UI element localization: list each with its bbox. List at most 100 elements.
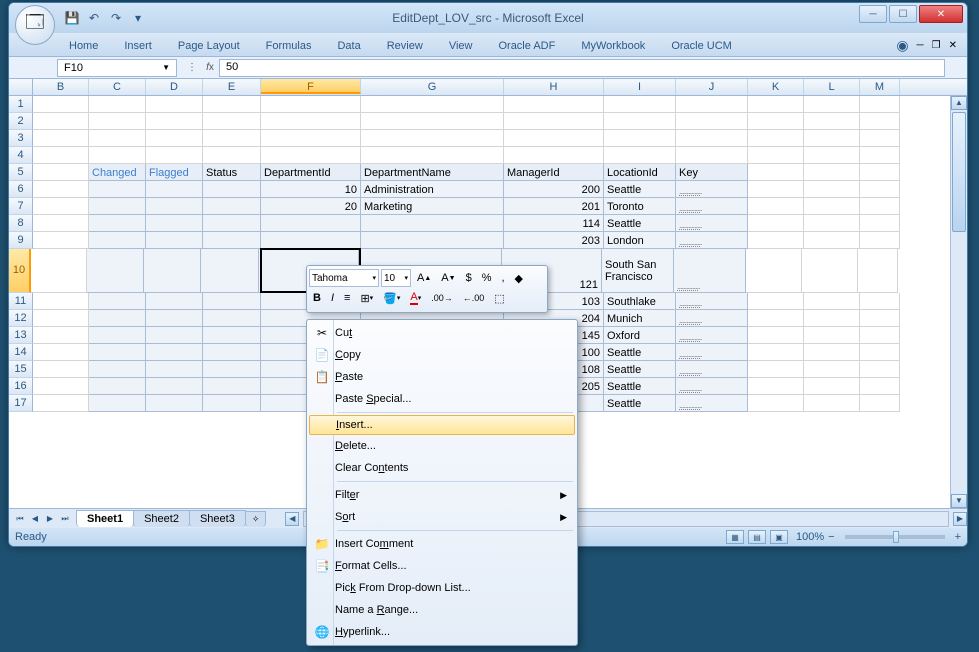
cell-E16[interactable]	[203, 378, 261, 395]
vscroll-thumb[interactable]	[952, 112, 966, 232]
row-header-5[interactable]: 5	[9, 164, 33, 181]
row-header-9[interactable]: 9	[9, 232, 33, 249]
cell-B15[interactable]	[33, 361, 89, 378]
cell-B9[interactable]	[33, 232, 89, 249]
cell-K13[interactable]	[748, 327, 804, 344]
maximize-button[interactable]: ☐	[889, 5, 917, 23]
row-header-12[interactable]: 12	[9, 310, 33, 327]
cell-D11[interactable]	[146, 293, 203, 310]
ctx-item-0[interactable]: ✂Cut	[309, 322, 575, 344]
cell-C7[interactable]	[89, 198, 146, 215]
cell-G4[interactable]	[361, 147, 504, 164]
cell-G8[interactable]	[361, 215, 504, 232]
ctx-item-9[interactable]: Filter▶	[309, 484, 575, 506]
zoom-slider[interactable]	[845, 535, 945, 539]
cell-D4[interactable]	[146, 147, 203, 164]
ctx-item-16[interactable]: 🌐Hyperlink...	[309, 621, 575, 643]
ctx-item-3[interactable]: Paste Special...	[309, 388, 575, 410]
cell-B17[interactable]	[33, 395, 89, 412]
cell-K4[interactable]	[748, 147, 804, 164]
col-header-H[interactable]: H	[504, 79, 604, 95]
cell-M3[interactable]	[860, 130, 900, 147]
col-header-C[interactable]: C	[89, 79, 146, 95]
cell-C12[interactable]	[89, 310, 146, 327]
cell-H4[interactable]	[504, 147, 604, 164]
cell-H5[interactable]: ManagerId	[504, 164, 604, 181]
cell-E6[interactable]	[203, 181, 261, 198]
cell-C1[interactable]	[89, 96, 146, 113]
cell-F3[interactable]	[261, 130, 361, 147]
cell-J9[interactable]: ...............	[676, 232, 748, 249]
cell-J1[interactable]	[676, 96, 748, 113]
cell-I17[interactable]: Seattle	[604, 395, 676, 412]
zoom-out-icon[interactable]: −	[828, 531, 834, 543]
cell-L17[interactable]	[804, 395, 860, 412]
zoom-value[interactable]: 100%	[796, 531, 824, 543]
cell-L10[interactable]	[802, 249, 858, 293]
cell-L5[interactable]	[804, 164, 860, 181]
merge-center-icon[interactable]: ⬚	[490, 288, 508, 308]
cell-L14[interactable]	[804, 344, 860, 361]
cell-J5[interactable]: Key	[676, 164, 748, 181]
cell-C9[interactable]	[89, 232, 146, 249]
cell-G7[interactable]: Marketing	[361, 198, 504, 215]
col-header-L[interactable]: L	[804, 79, 860, 95]
accounting-format-icon[interactable]: $	[462, 268, 476, 288]
cell-M12[interactable]	[860, 310, 900, 327]
cell-J11[interactable]: ...............	[676, 293, 748, 310]
cell-F7[interactable]: 20	[261, 198, 361, 215]
col-header-B[interactable]: B	[33, 79, 89, 95]
cell-J13[interactable]: ...............	[676, 327, 748, 344]
scroll-left-icon[interactable]: ◀	[285, 512, 299, 526]
cell-E15[interactable]	[203, 361, 261, 378]
cell-I2[interactable]	[604, 113, 676, 130]
cell-E10[interactable]	[201, 249, 259, 293]
ctx-item-1[interactable]: 📄Copy	[309, 344, 575, 366]
cell-H1[interactable]	[504, 96, 604, 113]
cell-M11[interactable]	[860, 293, 900, 310]
cell-H8[interactable]: 114	[504, 215, 604, 232]
row-header-15[interactable]: 15	[9, 361, 33, 378]
sheet-tab-3[interactable]: Sheet3	[189, 510, 246, 527]
cell-G2[interactable]	[361, 113, 504, 130]
col-header-I[interactable]: I	[604, 79, 676, 95]
row-header-8[interactable]: 8	[9, 215, 33, 232]
percent-format-icon[interactable]: %	[478, 268, 496, 288]
row-header-7[interactable]: 7	[9, 198, 33, 215]
cell-J6[interactable]: ...............	[676, 181, 748, 198]
cell-I14[interactable]: Seattle	[604, 344, 676, 361]
normal-view-icon[interactable]: ▦	[726, 530, 744, 544]
cell-B3[interactable]	[33, 130, 89, 147]
cell-M8[interactable]	[860, 215, 900, 232]
row-header-2[interactable]: 2	[9, 113, 33, 130]
cell-E13[interactable]	[203, 327, 261, 344]
ribbon-tab-data[interactable]: Data	[333, 36, 364, 56]
cell-B16[interactable]	[33, 378, 89, 395]
cell-I9[interactable]: London	[604, 232, 676, 249]
inner-minimize-icon[interactable]: ─	[917, 40, 924, 51]
ctx-item-15[interactable]: Name a Range...	[309, 599, 575, 621]
cell-K10[interactable]	[746, 249, 802, 293]
scroll-right-icon[interactable]: ▶	[953, 512, 967, 526]
cell-M1[interactable]	[860, 96, 900, 113]
cell-L15[interactable]	[804, 361, 860, 378]
page-layout-view-icon[interactable]: ▤	[748, 530, 766, 544]
close-button[interactable]: ✕	[919, 5, 963, 23]
cell-K6[interactable]	[748, 181, 804, 198]
ctx-item-2[interactable]: 📋Paste	[309, 366, 575, 388]
cell-E8[interactable]	[203, 215, 261, 232]
cell-E4[interactable]	[203, 147, 261, 164]
cell-C8[interactable]	[89, 215, 146, 232]
cell-H7[interactable]: 201	[504, 198, 604, 215]
cell-D17[interactable]	[146, 395, 203, 412]
cell-I15[interactable]: Seattle	[604, 361, 676, 378]
cell-B1[interactable]	[33, 96, 89, 113]
cell-M5[interactable]	[860, 164, 900, 181]
cell-M14[interactable]	[860, 344, 900, 361]
cell-K7[interactable]	[748, 198, 804, 215]
cell-F2[interactable]	[261, 113, 361, 130]
cell-C11[interactable]	[89, 293, 146, 310]
ribbon-tab-view[interactable]: View	[445, 36, 477, 56]
first-sheet-icon[interactable]: ⏮	[13, 512, 27, 526]
format-painter-icon[interactable]: ◆	[511, 268, 527, 288]
